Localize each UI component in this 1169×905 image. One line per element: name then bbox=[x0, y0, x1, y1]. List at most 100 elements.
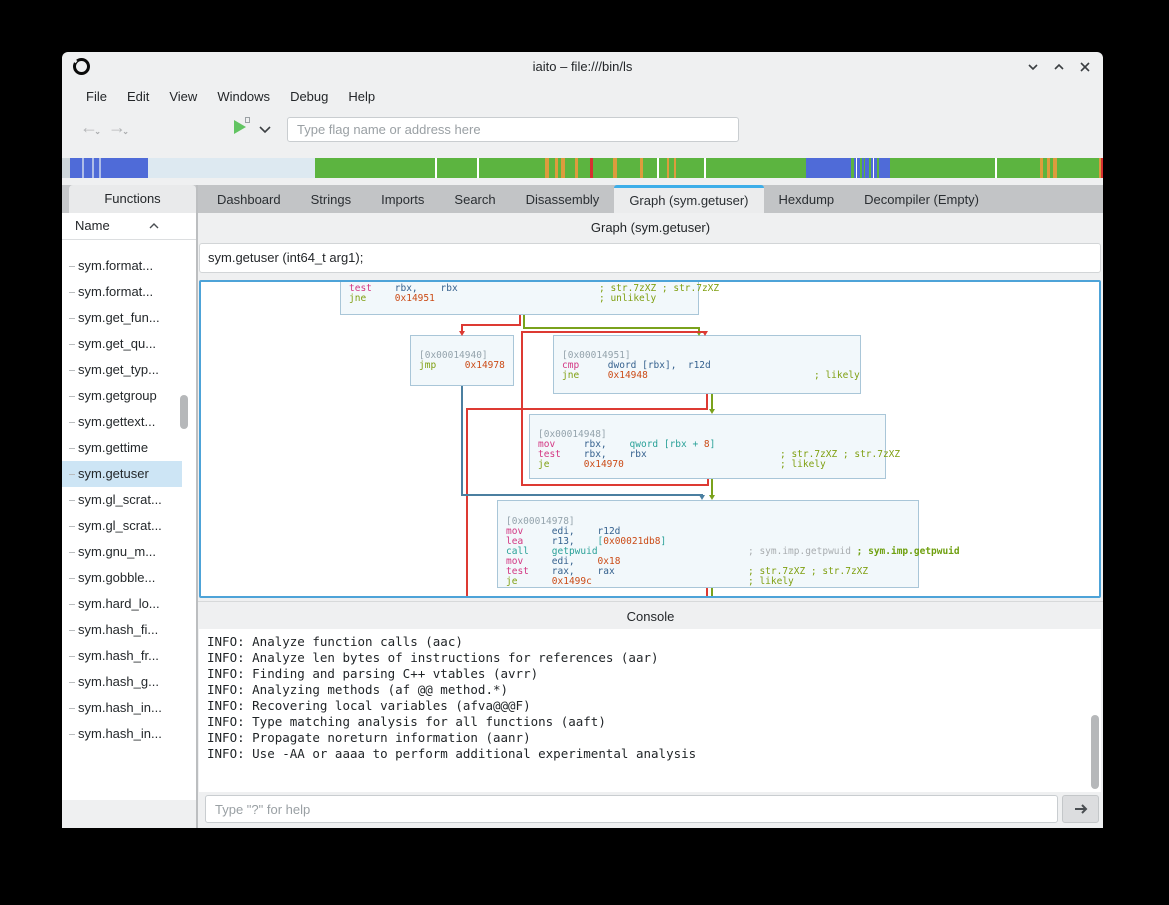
back-button[interactable]: ←⌄ bbox=[76, 116, 102, 140]
menu-file[interactable]: File bbox=[76, 86, 117, 107]
asm-comment: ; unlikely bbox=[599, 294, 656, 304]
graph-node[interactable]: test rbx, rbx; str.7zXZ ; str.7zXZjne 0x… bbox=[340, 280, 699, 315]
seekbar-segment bbox=[659, 158, 667, 178]
function-list-item[interactable]: sym.hash_in... bbox=[62, 695, 182, 721]
graph-node[interactable]: [0x00014978]mov edi, r12dlea r13, [0x000… bbox=[497, 500, 919, 588]
seekbar-segment bbox=[70, 158, 82, 178]
asm-token bbox=[366, 293, 395, 304]
function-list-scrollbar-thumb[interactable] bbox=[180, 395, 188, 429]
graph-edge-arrow bbox=[699, 495, 705, 500]
function-list-item[interactable]: sym.hash_in... bbox=[62, 721, 182, 747]
flag-search-input[interactable] bbox=[287, 117, 739, 142]
sort-ascending-icon bbox=[148, 222, 160, 230]
function-list: sym.format...sym.format...sym.get_fun...… bbox=[62, 240, 196, 800]
graph-panel-title: Graph (sym.getuser) bbox=[198, 213, 1103, 241]
graph-edge bbox=[711, 588, 713, 598]
function-list-item[interactable]: sym.hash_g... bbox=[62, 669, 182, 695]
seekbar-segment bbox=[706, 158, 744, 178]
seekbar-segment bbox=[806, 158, 851, 178]
name-column-label: Name bbox=[75, 218, 110, 233]
function-list-item[interactable]: sym.hash_fr... bbox=[62, 643, 182, 669]
asm-token: jmp bbox=[419, 360, 436, 371]
functions-panel: Functions Name sym.format...sym.format..… bbox=[62, 185, 196, 828]
app-window: iaito – file:///bin/ls FileEditViewWindo… bbox=[62, 52, 1103, 828]
graph-edge-arrow bbox=[709, 409, 715, 414]
tab-disassembly[interactable]: Disassembly bbox=[511, 185, 615, 213]
function-list-item[interactable]: sym.hash_fi... bbox=[62, 617, 182, 643]
asm-token: ; likely bbox=[748, 576, 794, 587]
graph-node[interactable]: [0x00014948]mov rbx, qword [rbx + 8]test… bbox=[529, 414, 886, 479]
function-list-item[interactable]: sym.gobble... bbox=[62, 565, 182, 591]
tab-strings[interactable]: Strings bbox=[296, 185, 366, 213]
asm-comment: ; sym.imp.getpwuid ; sym.imp.getpwuid bbox=[748, 547, 960, 557]
function-list-item[interactable]: sym.gl_scrat... bbox=[62, 513, 182, 539]
tab-imports[interactable]: Imports bbox=[366, 185, 439, 213]
function-list-item[interactable]: sym.get_fun... bbox=[62, 305, 182, 331]
minimize-button[interactable] bbox=[1021, 56, 1045, 78]
name-column-header[interactable]: Name bbox=[62, 213, 196, 240]
graph-edge-arrow bbox=[709, 495, 715, 500]
tab-hexdump[interactable]: Hexdump bbox=[764, 185, 850, 213]
forward-button[interactable]: →⌄ bbox=[104, 116, 130, 140]
close-icon bbox=[1079, 61, 1091, 73]
menu-edit[interactable]: Edit bbox=[117, 86, 159, 107]
menu-debug[interactable]: Debug bbox=[280, 86, 338, 107]
function-list-item[interactable]: sym.getgroup bbox=[62, 383, 182, 409]
asm-token: 0x1499c bbox=[552, 576, 592, 587]
function-list-item[interactable]: sym.hard_lo... bbox=[62, 591, 182, 617]
asm-token: je bbox=[506, 576, 517, 587]
seekbar-segment bbox=[676, 158, 704, 178]
chevron-down-icon bbox=[1027, 61, 1039, 73]
console-log-line: INFO: Finding and parsing C++ vtables (a… bbox=[199, 666, 1101, 682]
asm-token: ; sym.imp.getpwuid bbox=[748, 546, 857, 557]
seekbar-segment bbox=[565, 158, 575, 178]
seekbar-segment bbox=[84, 158, 92, 178]
play-dropdown-button[interactable] bbox=[258, 122, 272, 140]
chevron-down-icon bbox=[258, 125, 272, 135]
address-seekbar[interactable] bbox=[62, 158, 1103, 178]
asm-token: 0x14948 bbox=[608, 370, 648, 381]
close-button[interactable] bbox=[1073, 56, 1097, 78]
asm-token bbox=[517, 576, 551, 587]
console-send-button[interactable] bbox=[1062, 795, 1099, 823]
tab-functions[interactable]: Functions bbox=[69, 185, 196, 213]
seekbar-segment bbox=[148, 158, 315, 178]
function-list-item[interactable]: sym.getuser bbox=[62, 461, 182, 487]
tab-graph-sym-getuser-[interactable]: Graph (sym.getuser) bbox=[614, 185, 763, 213]
function-list-item[interactable]: sym.gettime bbox=[62, 435, 182, 461]
seekbar-segment bbox=[617, 158, 640, 178]
menu-windows[interactable]: Windows bbox=[207, 86, 280, 107]
function-list-item[interactable]: sym.gettext... bbox=[62, 409, 182, 435]
graph-canvas: test rbx, rbx; str.7zXZ ; str.7zXZjne 0x… bbox=[201, 282, 1099, 596]
menu-help[interactable]: Help bbox=[338, 86, 385, 107]
titlebar: iaito – file:///bin/ls bbox=[62, 52, 1103, 82]
function-list-item[interactable]: sym.gl_scrat... bbox=[62, 487, 182, 513]
function-list-item[interactable]: sym.format... bbox=[62, 279, 182, 305]
menu-view[interactable]: View bbox=[159, 86, 207, 107]
console-command-input[interactable] bbox=[205, 795, 1058, 823]
function-list-item[interactable]: sym.get_qu... bbox=[62, 331, 182, 357]
main-area: DashboardStringsImportsSearchDisassembly… bbox=[198, 185, 1103, 828]
asm-token: ; sym.imp.getpwuid bbox=[857, 546, 960, 557]
graph-node[interactable]: [0x00014940]jmp 0x14978 bbox=[410, 335, 514, 386]
asm-token: ] bbox=[660, 536, 666, 547]
console-log[interactable]: INFO: Analyze function calls (aac)INFO: … bbox=[199, 629, 1101, 792]
tab-dashboard[interactable]: Dashboard bbox=[202, 185, 296, 213]
maximize-button[interactable] bbox=[1047, 56, 1071, 78]
function-list-item[interactable]: sym.gnu_m... bbox=[62, 539, 182, 565]
menubar: FileEditViewWindowsDebugHelp bbox=[62, 82, 1103, 110]
seekbar-segment bbox=[1101, 158, 1103, 178]
tab-decompiler-empty-[interactable]: Decompiler (Empty) bbox=[849, 185, 994, 213]
function-list-item[interactable]: sym.get_typ... bbox=[62, 357, 182, 383]
graph-viewport[interactable]: test rbx, rbx; str.7zXZ ; str.7zXZjne 0x… bbox=[199, 280, 1101, 598]
tab-search[interactable]: Search bbox=[439, 185, 510, 213]
console-scrollbar-thumb[interactable] bbox=[1091, 715, 1099, 789]
graph-edge bbox=[523, 327, 700, 329]
asm-token: ; unlikely bbox=[599, 293, 656, 304]
graph-node[interactable]: [0x00014951]cmp dword [rbx], r12djne 0x1… bbox=[553, 335, 861, 394]
function-list-item[interactable]: sym.format... bbox=[62, 253, 182, 279]
asm-line: jmp 0x14978 bbox=[411, 361, 513, 371]
debug-play-button[interactable] bbox=[234, 119, 248, 135]
asm-token: je bbox=[538, 459, 549, 470]
graph-edge bbox=[706, 588, 708, 598]
